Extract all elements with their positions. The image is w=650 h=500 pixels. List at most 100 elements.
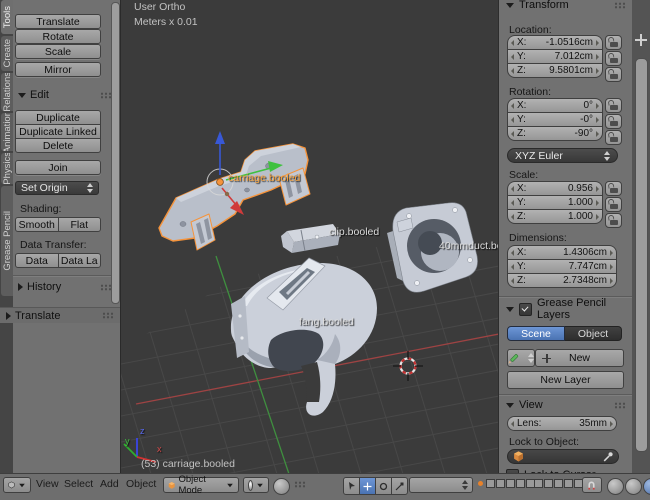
pivot-center-icon[interactable] <box>273 478 290 495</box>
expand-region-icon[interactable] <box>635 34 647 46</box>
duplicate-button[interactable]: Duplicate <box>16 111 100 124</box>
menu-object[interactable]: Object <box>126 478 156 490</box>
tool-shelf: Translate Rotate Scale Mirror Edit Dupli… <box>13 0 120 474</box>
lock-icon[interactable] <box>605 197 622 212</box>
join-button[interactable]: Join <box>15 160 101 175</box>
lens-slider-group: Lens:35mm <box>507 416 617 431</box>
panel-drag-handle-icon[interactable] <box>614 402 626 409</box>
render-opengl-button[interactable] <box>607 478 624 495</box>
delete-button[interactable]: Delete <box>16 139 100 152</box>
viewport-shading-dropdown[interactable] <box>243 477 269 493</box>
flat-button[interactable]: Flat <box>59 218 101 231</box>
transform-panel-header[interactable]: Transform <box>506 0 626 11</box>
manipulator-pointer-icon[interactable] <box>344 478 359 494</box>
properties-scrollbar[interactable] <box>632 0 650 473</box>
cursor-3d[interactable] <box>393 351 423 381</box>
lock-icon[interactable] <box>605 51 622 66</box>
mode-dropdown[interactable]: Object Mode <box>163 477 239 493</box>
edit-panel-header[interactable]: Edit <box>18 89 112 101</box>
tab-relations[interactable]: Relations <box>1 73 13 111</box>
smooth-button[interactable]: Smooth <box>16 218 58 231</box>
tab-object[interactable]: Object <box>565 326 622 341</box>
layer-toggle[interactable] <box>496 479 505 488</box>
new-layer-button[interactable]: New Layer <box>507 371 624 389</box>
scale-z-field[interactable]: Z:1.000 <box>508 210 602 223</box>
shading-label: Shading: <box>20 203 61 215</box>
set-origin-dropdown[interactable]: Set Origin <box>15 181 99 195</box>
scrollbar-thumb[interactable] <box>635 58 648 452</box>
view-panel-header[interactable]: View <box>506 399 626 411</box>
render-preview-button[interactable] <box>643 478 650 495</box>
rotation-z-field[interactable]: Z:-90° <box>508 127 602 140</box>
scale-x-field[interactable]: X:0.956 <box>508 182 602 195</box>
location-z-field[interactable]: Z:9.5801cm <box>508 64 602 77</box>
tab-create[interactable]: Create <box>1 36 13 71</box>
model-fang[interactable] <box>231 258 377 416</box>
location-y-field[interactable]: Y:7.012cm <box>508 50 602 63</box>
manipulator-scale-icon[interactable] <box>392 478 407 494</box>
mirror-button[interactable]: Mirror <box>15 62 101 77</box>
grease-pencil-panel-header[interactable]: Grease Pencil Layers <box>506 303 626 315</box>
menu-view[interactable]: View <box>36 478 59 490</box>
editor-type-button[interactable] <box>3 477 31 493</box>
data-layer-button[interactable]: Data La <box>59 254 101 267</box>
blender-window: Tools Create Relations Animation Physics… <box>0 0 650 488</box>
manipulator-translate-icon[interactable] <box>360 478 375 494</box>
lock-icon[interactable] <box>605 181 622 196</box>
lock-icon[interactable] <box>605 130 622 145</box>
tab-physics[interactable]: Physics <box>1 153 13 184</box>
scale-y-field[interactable]: Y:1.000 <box>508 196 602 209</box>
object-mode-cube-icon <box>168 481 175 490</box>
history-panel-header[interactable]: History <box>18 281 112 293</box>
menu-select[interactable]: Select <box>64 478 93 490</box>
layer-toggle[interactable] <box>486 479 495 488</box>
viewport-3d[interactable]: User Ortho Meters x 0.01 carriage.booled… <box>120 0 498 473</box>
orientation-dropdown[interactable] <box>409 477 473 493</box>
lock-icon[interactable] <box>605 114 622 129</box>
units-label: Meters x 0.01 <box>134 16 198 28</box>
layer-toggle[interactable] <box>506 479 515 488</box>
layer-toggle[interactable] <box>534 479 543 488</box>
layer-toggle[interactable] <box>554 479 563 488</box>
grease-pencil-brush-dropdown[interactable] <box>507 349 535 367</box>
rotation-x-field[interactable]: X:0° <box>508 99 602 112</box>
location-locks <box>605 35 622 82</box>
lock-icon[interactable] <box>605 213 622 228</box>
eyedropper-icon <box>602 451 613 462</box>
menu-add[interactable]: Add <box>100 478 119 490</box>
rotation-mode-dropdown[interactable]: XYZ Euler <box>507 148 618 163</box>
duplicate-linked-button[interactable]: Duplicate Linked <box>16 125 100 138</box>
manipulator-rotate-icon[interactable] <box>376 478 391 494</box>
snap-magnet-button[interactable] <box>582 477 602 493</box>
grease-pencil-checkbox[interactable] <box>519 303 532 316</box>
lock-icon[interactable] <box>605 67 622 82</box>
translate-button[interactable]: Translate <box>15 14 101 29</box>
grease-pencil-new-button[interactable]: New <box>535 349 624 367</box>
panel-drag-handle-icon[interactable] <box>102 312 114 319</box>
rotation-y-field[interactable]: Y:-0° <box>508 113 602 126</box>
dimensions-x-field[interactable]: X:1.4306cm <box>508 246 616 259</box>
tab-tools[interactable]: Tools <box>1 0 13 34</box>
layer-toggle[interactable] <box>564 479 573 488</box>
layer-toggle[interactable] <box>516 479 525 488</box>
dimensions-y-field[interactable]: Y:7.747cm <box>508 260 616 273</box>
lens-field[interactable]: Lens:35mm <box>508 417 616 430</box>
scale-button[interactable]: Scale <box>15 44 101 59</box>
layer-toggle[interactable] <box>544 479 553 488</box>
tab-scene[interactable]: Scene <box>507 326 565 341</box>
tab-grease-pencil[interactable]: Grease Pencil <box>1 186 13 296</box>
tab-animation[interactable]: Animation <box>1 113 13 151</box>
location-x-field[interactable]: X:-1.0516cm <box>508 36 602 49</box>
data-transfer-button-group: Data Data La <box>15 253 101 268</box>
tool-shelf-scrollbar[interactable] <box>111 2 120 304</box>
operator-panel-header[interactable]: Translate <box>0 307 120 323</box>
dimensions-z-field[interactable]: Z:2.7348cm <box>508 274 616 287</box>
panel-drag-handle-icon[interactable] <box>614 2 626 9</box>
edit-button-group: Duplicate Duplicate Linked Delete <box>15 110 101 153</box>
render-animation-button[interactable] <box>625 478 642 495</box>
data-button[interactable]: Data <box>16 254 58 267</box>
lock-icon[interactable] <box>605 98 622 113</box>
lock-to-object-field[interactable] <box>507 449 619 464</box>
lock-icon[interactable] <box>605 35 622 50</box>
rotate-button[interactable]: Rotate <box>15 29 101 44</box>
